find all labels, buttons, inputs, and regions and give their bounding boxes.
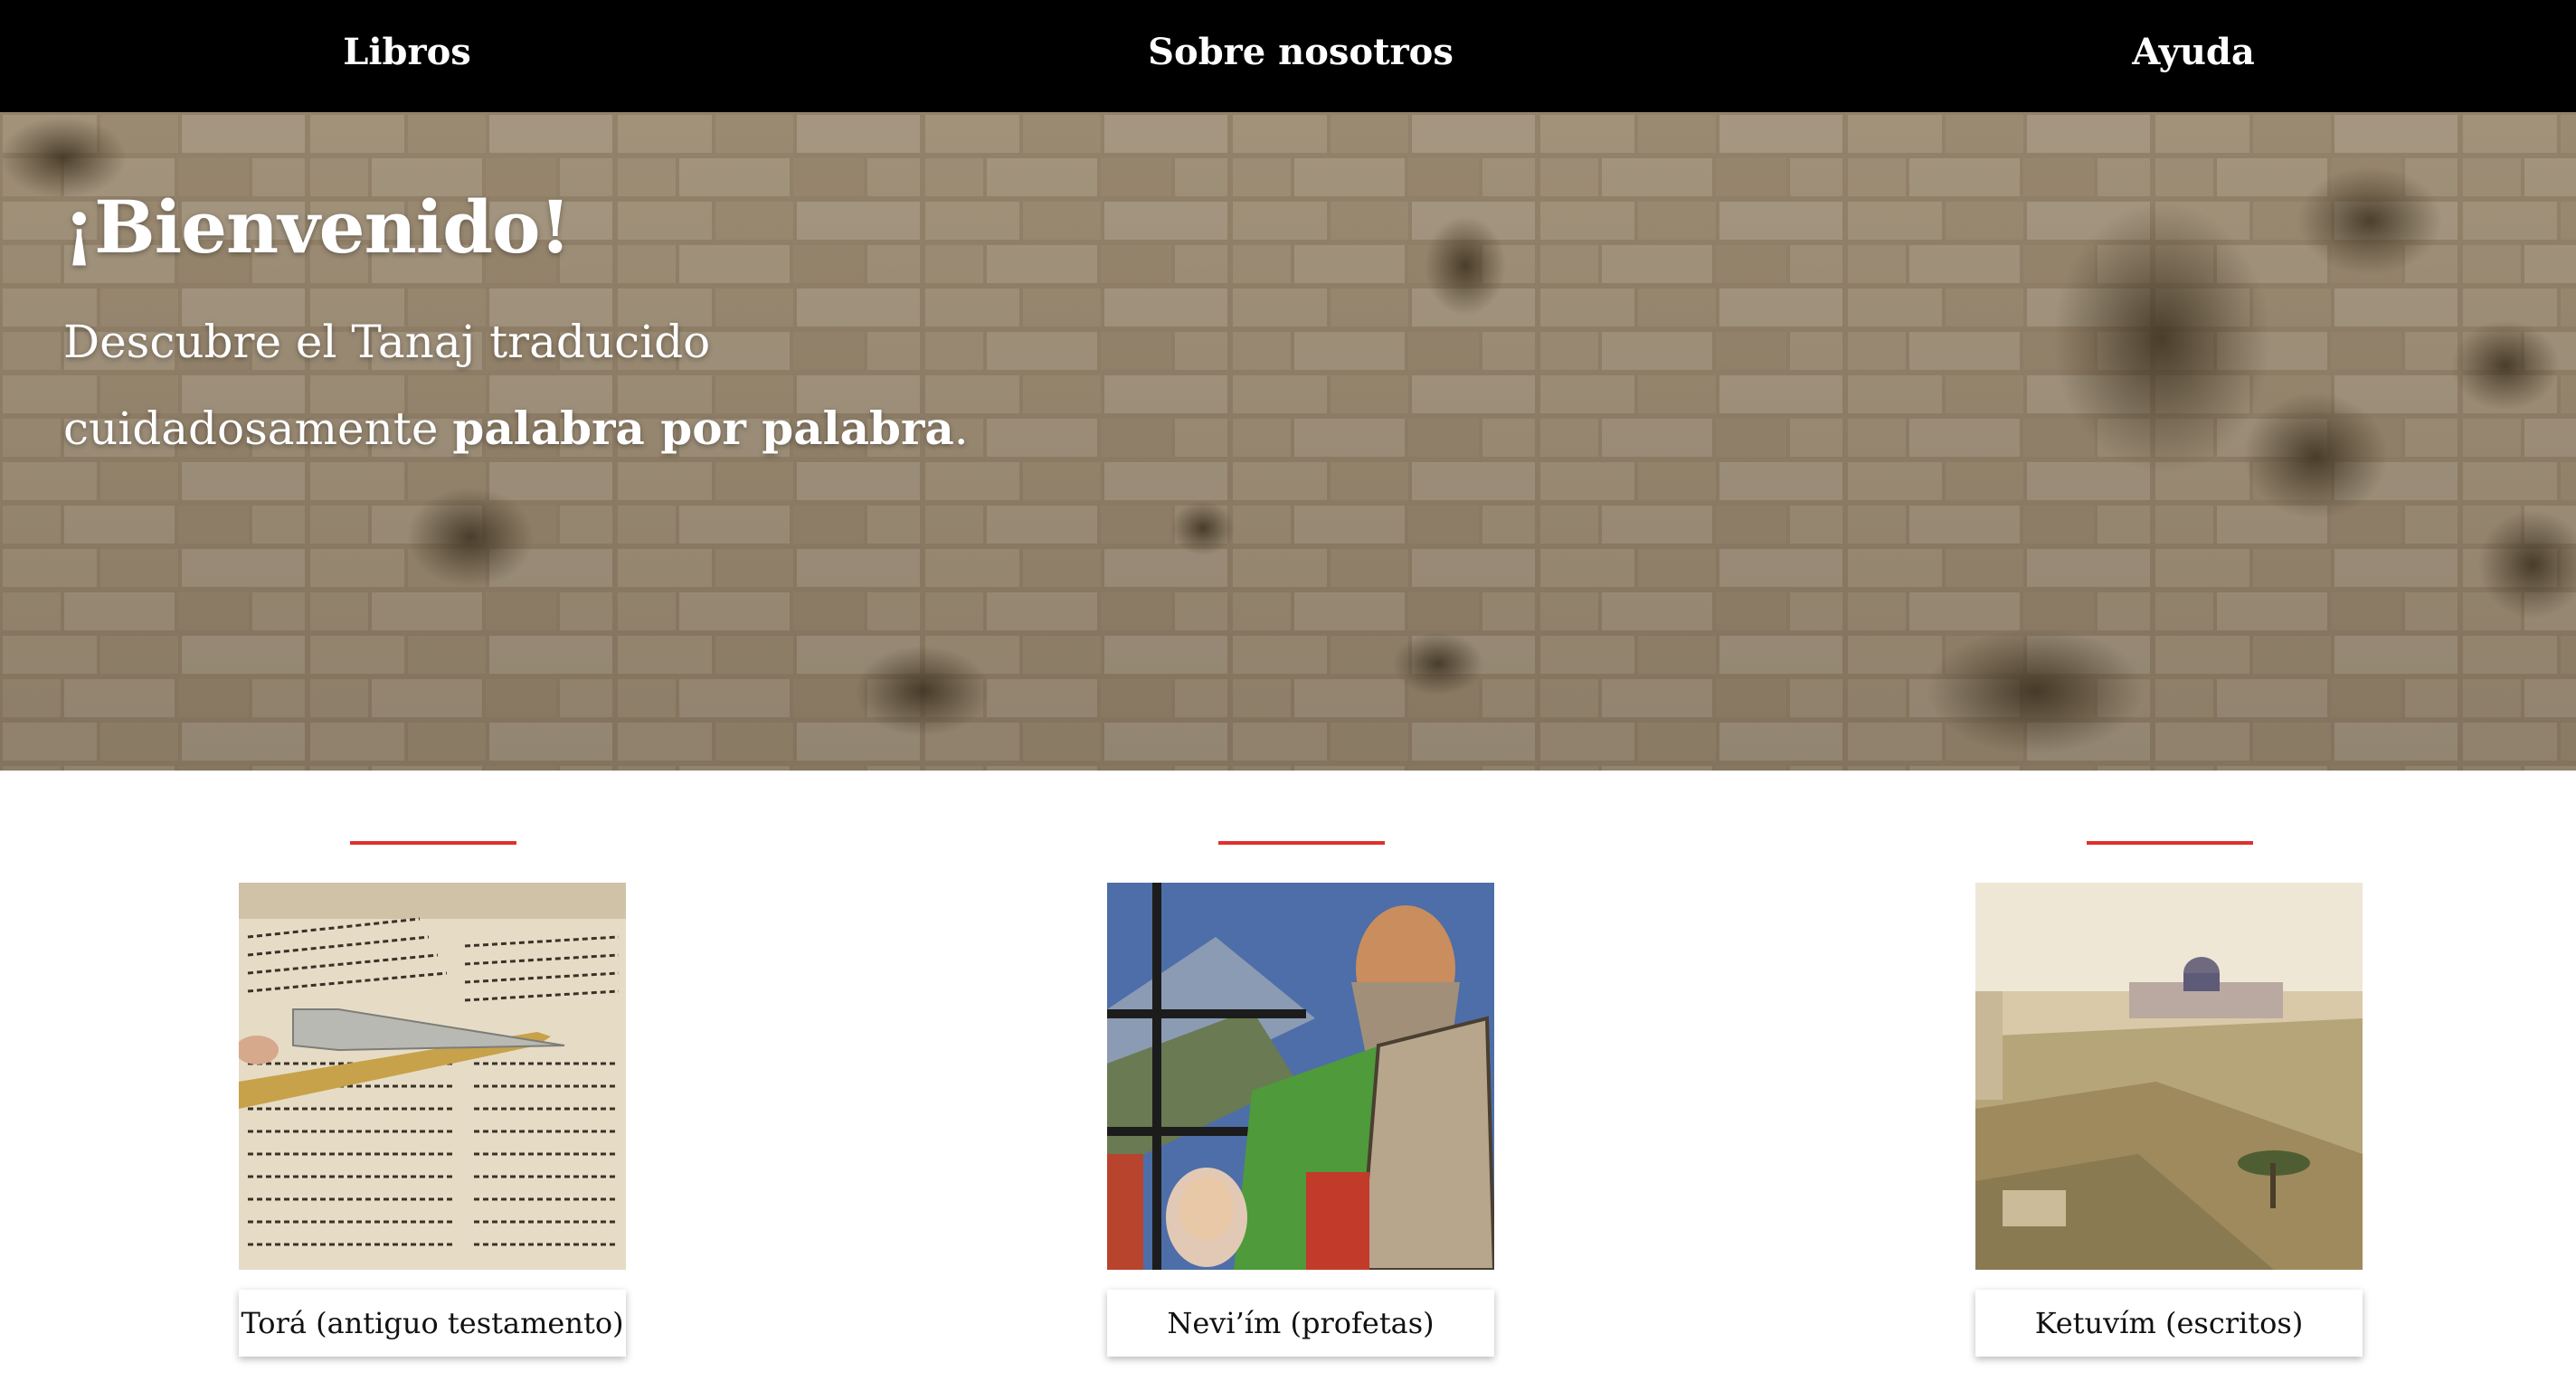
accent-divider — [350, 841, 516, 845]
neviim-image[interactable] — [1107, 883, 1494, 1270]
book-card-ketuvim: Ketuvím (escritos) — [1975, 841, 2364, 1362]
hero-subtitle-period: . — [953, 402, 969, 455]
accent-divider — [1218, 841, 1385, 845]
ketuvim-button[interactable]: Ketuvím (escritos) — [1975, 1290, 2363, 1357]
jerusalem-painting-image — [1975, 883, 2363, 1270]
hero-subtitle-emphasis: palabra por palabra — [452, 402, 954, 455]
neviim-button[interactable]: Nevi’ím (profetas) — [1107, 1290, 1494, 1357]
hero-subtitle: Descubre el Tanaj traducido cuidadosamen… — [63, 298, 1058, 472]
book-card-neviim: Nevi’ím (profetas) — [1107, 841, 1496, 1362]
book-card-tora: Torá (antiguo testamento) — [239, 841, 628, 1362]
nav-link-sobre-nosotros[interactable]: Sobre nosotros — [1029, 0, 1572, 112]
ketuvim-image[interactable] — [1975, 883, 2363, 1270]
nav-link-libros[interactable]: Libros — [136, 0, 678, 112]
hero-banner: ¡Bienvenido! Descubre el Tanaj traducido… — [0, 112, 2576, 771]
stained-glass-moses-image — [1107, 883, 1494, 1270]
tora-image[interactable] — [239, 883, 626, 1270]
top-navigation: Libros Sobre nosotros Ayuda — [0, 0, 2576, 112]
tora-button[interactable]: Torá (antiguo testamento) — [239, 1290, 626, 1357]
nav-link-ayuda[interactable]: Ayuda — [1922, 0, 2465, 112]
accent-divider — [2087, 841, 2253, 845]
hero-title: ¡Bienvenido! — [63, 184, 572, 270]
torah-scroll-image — [239, 883, 626, 1270]
